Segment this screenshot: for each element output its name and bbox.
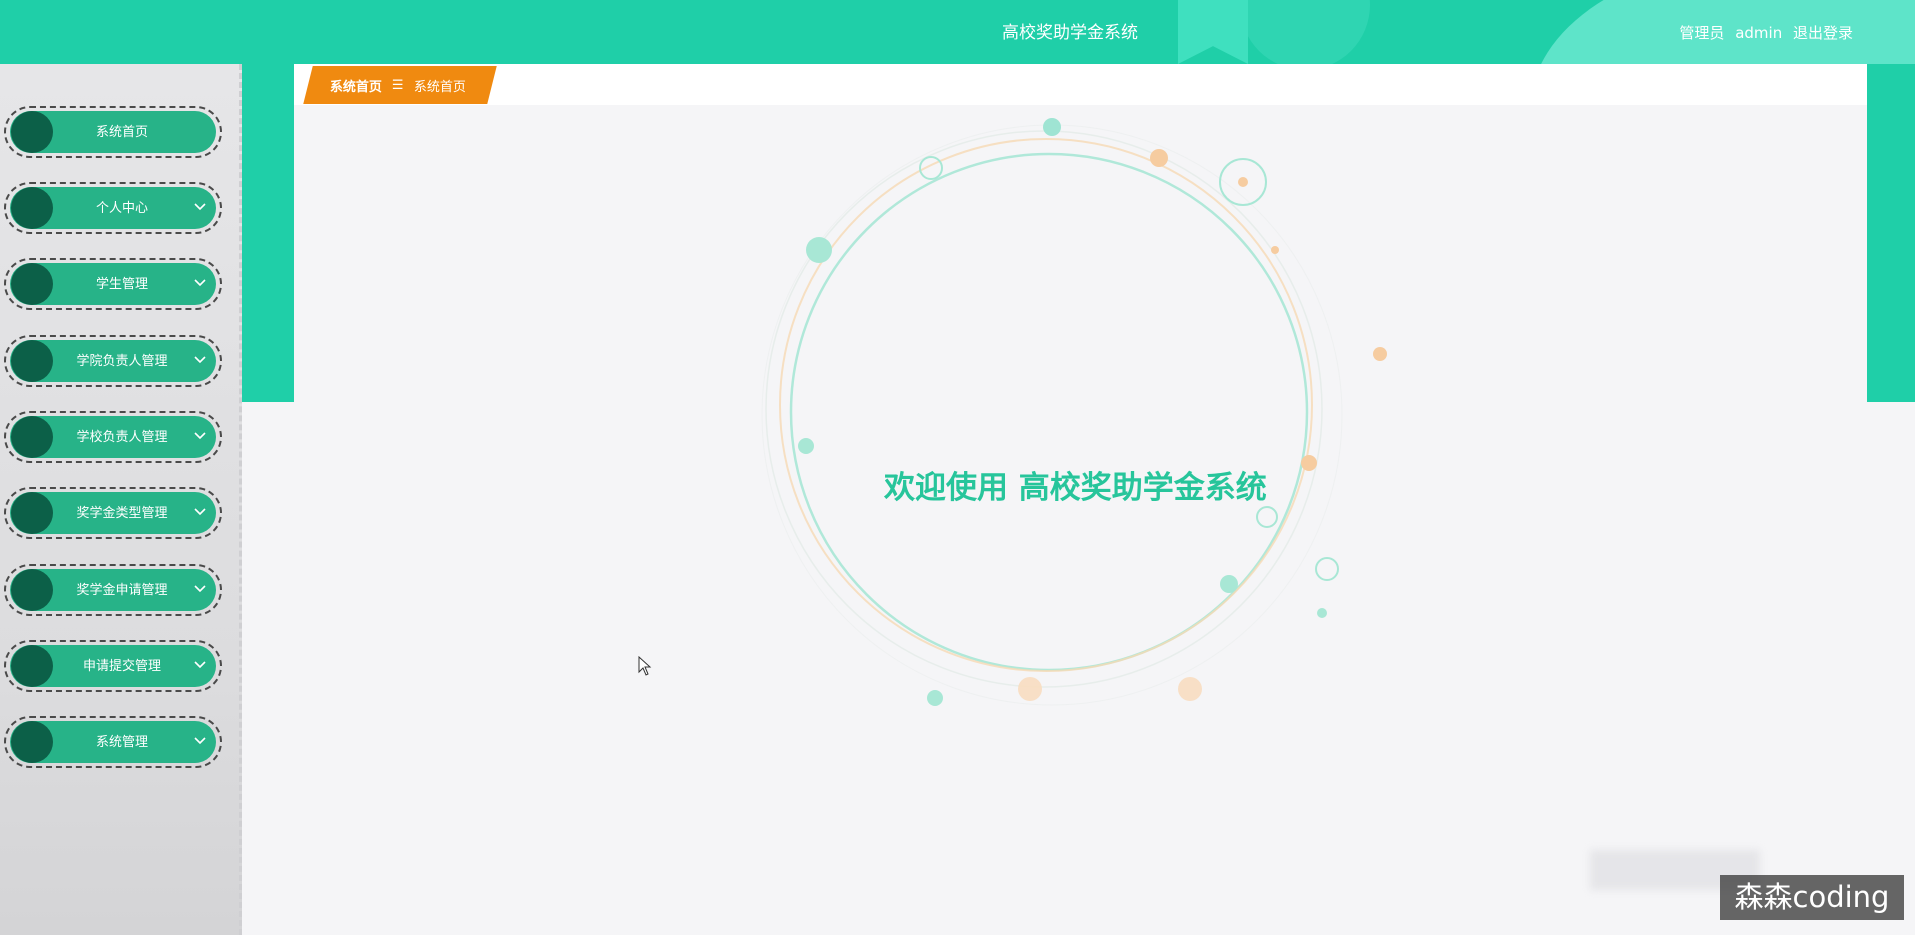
sidebar-item-scholarship-application-management[interactable]: 奖学金申请管理 <box>4 564 222 616</box>
username: admin <box>1735 24 1783 42</box>
sidebar-item-school-head-management[interactable]: 学校负责人管理 <box>4 411 222 463</box>
sidebar-item-application-submission-management[interactable]: 申请提交管理 <box>4 640 222 692</box>
breadcrumb: 系统首页 ☰ 系统首页 <box>303 66 497 104</box>
sidebar-item-label: 系统首页 <box>95 125 148 140</box>
chevron-down-icon <box>194 432 206 440</box>
sidebar: 系统首页 个人中心 学生管理 学院负责人管理 学校负责人管理 奖学金类型管理 奖… <box>0 64 242 935</box>
sidebar-item-personal-center[interactable]: 个人中心 <box>4 182 222 234</box>
sidebar-item-label: 奖学金申请管理 <box>76 583 168 598</box>
user-role: 管理员 <box>1679 24 1725 42</box>
menu-dot-icon <box>11 111 53 153</box>
welcome-message: 欢迎使用 高校奖助学金系统 <box>884 470 1267 506</box>
sidebar-item-label: 申请提交管理 <box>82 659 161 674</box>
chevron-down-icon <box>194 661 206 669</box>
menu-dot-icon <box>11 187 53 229</box>
sidebar-item-label: 奖学金类型管理 <box>76 506 168 521</box>
chevron-down-icon <box>194 737 206 745</box>
sidebar-item-system-management[interactable]: 系统管理 <box>4 716 222 768</box>
user-area: 管理员 admin 退出登录 <box>1673 0 1853 64</box>
watermark: 森森coding <box>1720 875 1904 920</box>
menu-lines-icon: ☰ <box>392 77 404 93</box>
welcome-area: 欢迎使用 高校奖助学金系统 <box>294 105 1867 805</box>
chevron-down-icon <box>194 508 206 516</box>
sidebar-item-home[interactable]: 系统首页 <box>4 106 222 158</box>
main-content: 系统首页 ☰ 系统首页 欢迎使用 高校奖助学金系统 <box>294 64 1867 935</box>
sidebar-item-label: 系统管理 <box>95 735 148 750</box>
menu-dot-icon <box>11 569 53 611</box>
welcome-circle-decoration <box>761 118 1387 706</box>
menu-dot-icon <box>11 416 53 458</box>
breadcrumb-bar: 系统首页 ☰ 系统首页 <box>294 64 1867 105</box>
logout-button[interactable]: 退出登录 <box>1793 24 1853 42</box>
breadcrumb-item-home[interactable]: 系统首页 <box>330 76 382 95</box>
app-title: 高校奖助学金系统 <box>1002 23 1138 43</box>
sidebar-item-label: 学校负责人管理 <box>76 430 168 445</box>
breadcrumb-item-current: 系统首页 <box>413 79 466 95</box>
sidebar-item-label: 个人中心 <box>95 201 148 216</box>
sidebar-item-label: 学院负责人管理 <box>76 354 168 369</box>
sidebar-item-college-head-management[interactable]: 学院负责人管理 <box>4 335 222 387</box>
chevron-down-icon <box>194 203 206 211</box>
chevron-down-icon <box>194 585 206 593</box>
chevron-down-icon <box>194 356 206 364</box>
menu-dot-icon <box>11 492 53 534</box>
menu-dot-icon <box>11 645 53 687</box>
chevron-down-icon <box>194 279 206 287</box>
mouse-pointer-icon <box>638 656 652 676</box>
sidebar-item-label: 学生管理 <box>95 277 148 292</box>
sidebar-item-student-management[interactable]: 学生管理 <box>4 258 222 310</box>
menu-dot-icon <box>11 263 53 305</box>
top-header: 高校奖助学金系统 管理员 admin 退出登录 <box>0 0 1915 64</box>
sidebar-item-scholarship-type-management[interactable]: 奖学金类型管理 <box>4 487 222 539</box>
menu-dot-icon <box>11 721 53 763</box>
menu-dot-icon <box>11 340 53 382</box>
